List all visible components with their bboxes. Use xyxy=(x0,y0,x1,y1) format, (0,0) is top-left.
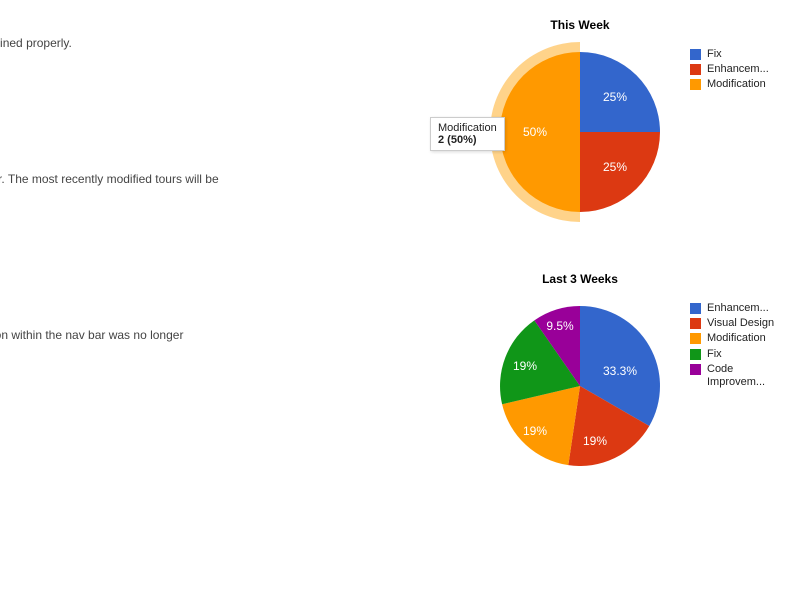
legend-swatch xyxy=(690,333,701,344)
pie-chart[interactable] xyxy=(500,306,660,466)
legend-item[interactable]: Enhancem... xyxy=(690,302,790,315)
legend-swatch xyxy=(690,79,701,90)
tooltip-value: 2 (50%) xyxy=(438,134,477,146)
entry-fragment-3: from nav so the 'Live Chat' button withi… xyxy=(0,298,440,344)
legend-swatch xyxy=(690,303,701,314)
chart-tooltip: Modification 2 (50%) xyxy=(430,117,505,151)
entry-title: from nav xyxy=(0,298,440,321)
entry-fragment-1: more from being combined properly. xyxy=(0,35,440,52)
tooltip-title: Modification xyxy=(438,122,497,134)
entry-desc: dified date of each tour. The most recen… xyxy=(0,171,440,188)
legend-item[interactable]: Enhancem... xyxy=(690,63,769,76)
legend-item[interactable]: Code Improvem... xyxy=(690,363,790,389)
chart-legend: Fix Enhancem... Modification xyxy=(690,48,769,94)
legend-item[interactable]: Modification xyxy=(690,78,769,91)
legend-item[interactable]: Fix xyxy=(690,348,790,361)
legend-swatch xyxy=(690,318,701,329)
chart-title: Last 3 Weeks xyxy=(480,272,680,286)
slice-label: 9.5% xyxy=(546,319,573,333)
entry-fragment-2: urs list dified date of each tour. The m… xyxy=(0,142,440,188)
entry-desc: more from being combined properly. xyxy=(0,35,440,52)
legend-swatch xyxy=(690,349,701,360)
legend-swatch xyxy=(690,64,701,75)
chart-legend: Enhancem... Visual Design Modification F… xyxy=(690,302,790,391)
slice-label: 19% xyxy=(583,434,607,448)
slice-label: 25% xyxy=(603,90,627,104)
legend-swatch xyxy=(690,49,701,60)
slice-label: 19% xyxy=(513,359,537,373)
slice-label: 33.3% xyxy=(603,364,637,378)
entry-desc: so the 'Live Chat' button within the nav… xyxy=(0,327,440,344)
slice-label: 25% xyxy=(603,160,627,174)
legend-item[interactable]: Fix xyxy=(690,48,769,61)
slice-label: 50% xyxy=(523,125,547,139)
legend-item[interactable]: Visual Design xyxy=(690,317,790,330)
chart-this-week: This Week 25% 25% 50% Modification 2 (50… xyxy=(480,18,800,232)
slice-label: 19% xyxy=(523,424,547,438)
legend-swatch xyxy=(690,364,701,375)
entry-title: urs list xyxy=(0,142,440,165)
chart-title: This Week xyxy=(480,18,680,32)
chart-last-3-weeks: Last 3 Weeks 33.3% 19% 19% 19% 9.5% xyxy=(480,272,800,486)
legend-item[interactable]: Modification xyxy=(690,332,790,345)
